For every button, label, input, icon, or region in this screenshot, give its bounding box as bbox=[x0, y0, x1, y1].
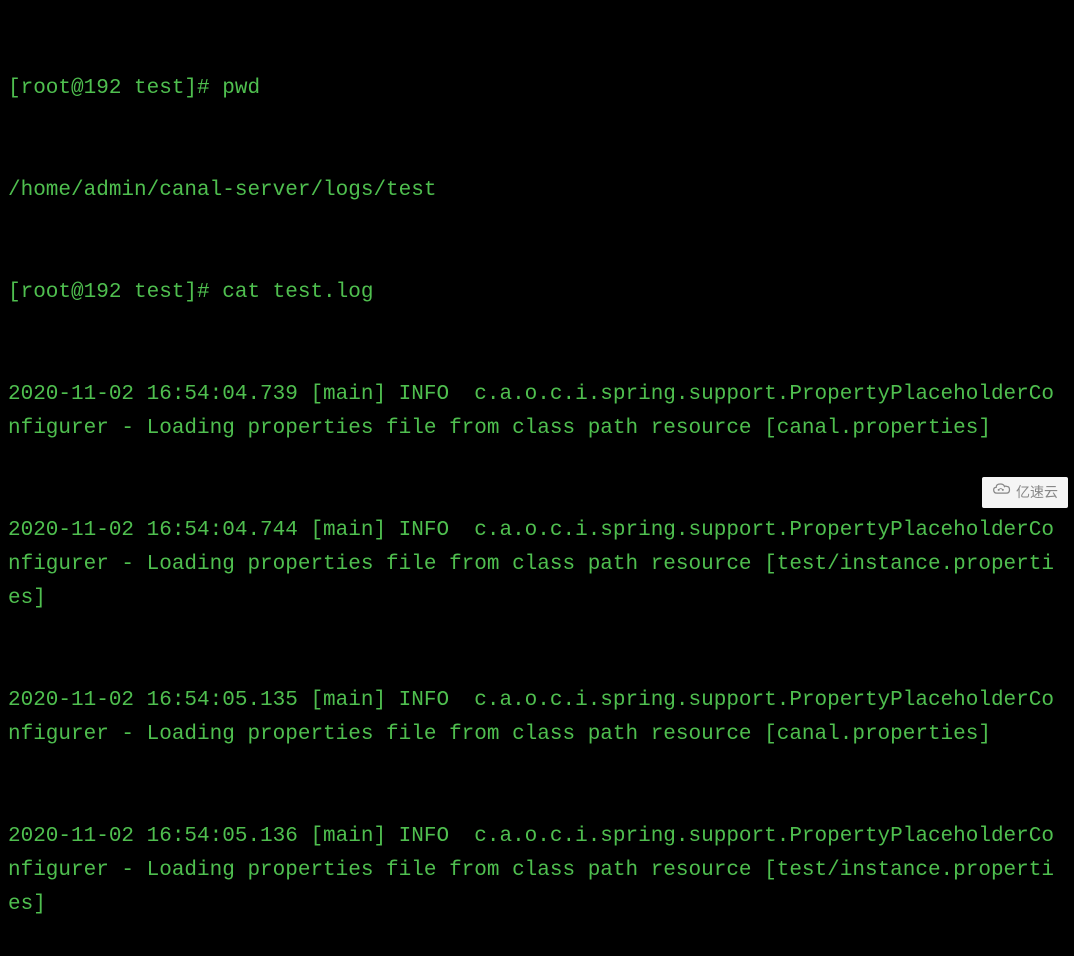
terminal-line: 2020-11-02 16:54:04.744 [main] INFO c.a.… bbox=[8, 514, 1066, 616]
watermark-label: 亿速云 bbox=[1016, 481, 1058, 504]
terminal-output[interactable]: [root@192 test]# pwd /home/admin/canal-s… bbox=[8, 4, 1066, 956]
terminal-line: 2020-11-02 16:54:05.136 [main] INFO c.a.… bbox=[8, 820, 1066, 922]
terminal-line: 2020-11-02 16:54:05.135 [main] INFO c.a.… bbox=[8, 684, 1066, 752]
terminal-line: [root@192 test]# pwd bbox=[8, 72, 1066, 106]
cloud-icon bbox=[992, 481, 1012, 504]
terminal-line: 2020-11-02 16:54:04.739 [main] INFO c.a.… bbox=[8, 378, 1066, 446]
watermark-badge: 亿速云 bbox=[982, 477, 1068, 508]
terminal-line: /home/admin/canal-server/logs/test bbox=[8, 174, 1066, 208]
terminal-line: [root@192 test]# cat test.log bbox=[8, 276, 1066, 310]
